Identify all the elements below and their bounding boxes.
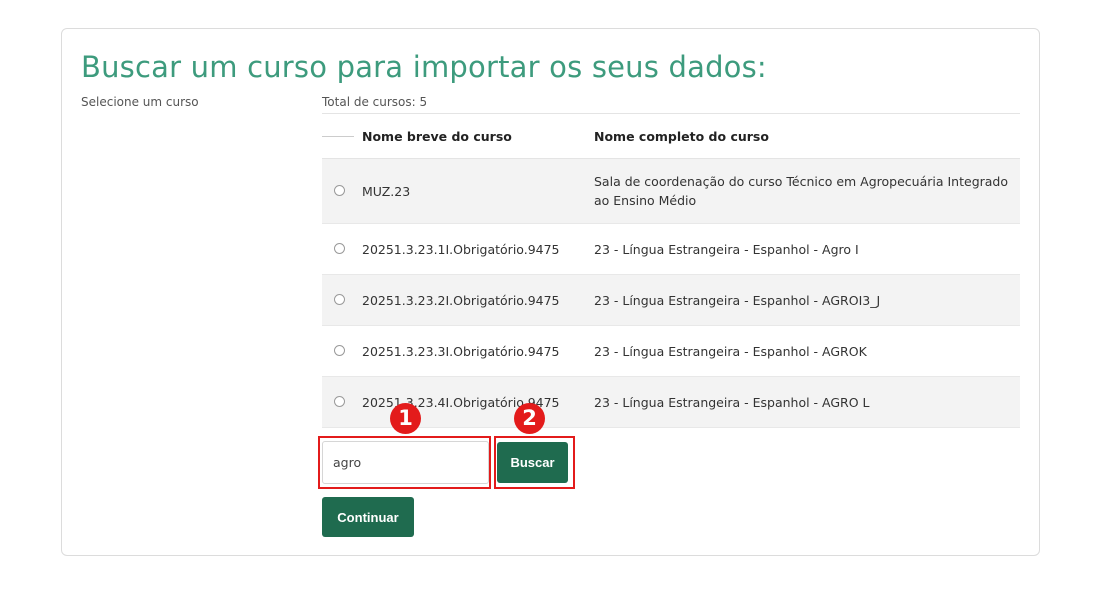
- step-2-badge: 2: [514, 403, 545, 434]
- table-row[interactable]: MUZ.23 Sala de coordenação do curso Técn…: [322, 158, 1020, 224]
- course-short-name: 20251.3.23.3I.Obrigatório.9475: [362, 343, 560, 359]
- table-row[interactable]: 20251.3.23.2I.Obrigatório.9475 23 - Líng…: [322, 274, 1020, 326]
- table-header-row: Nome breve do curso Nome completo do cur…: [322, 113, 1020, 159]
- course-full-name: 23 - Língua Estrangeira - Espanhol - Agr…: [594, 241, 859, 257]
- course-full-name: 23 - Língua Estrangeira - Espanhol - AGR…: [594, 292, 881, 308]
- course-radio-button[interactable]: [334, 293, 345, 305]
- dash-icon: [322, 135, 354, 137]
- course-full-name: 23 - Língua Estrangeira - Espanhol - AGR…: [594, 394, 870, 410]
- course-full-name: 23 - Língua Estrangeira - Espanhol - AGR…: [594, 343, 867, 359]
- continue-button[interactable]: Continuar: [322, 497, 414, 537]
- total-courses-count: Total de cursos: 5: [322, 95, 428, 109]
- course-full-name: Sala de coordenação do curso Técnico em …: [594, 174, 1009, 208]
- select-course-label: Selecione um curso: [81, 95, 199, 109]
- course-radio-button[interactable]: [334, 242, 345, 254]
- step-1-badge: 1: [390, 403, 421, 434]
- course-short-name: 20251.3.23.2I.Obrigatório.9475: [362, 292, 560, 308]
- search-input[interactable]: [322, 441, 489, 484]
- header-short-name: Nome breve do curso: [362, 128, 512, 144]
- table-row[interactable]: 20251.3.23.4I.Obrigatório.9475 23 - Líng…: [322, 376, 1020, 428]
- search-button[interactable]: Buscar: [497, 442, 568, 483]
- table-row[interactable]: 20251.3.23.3I.Obrigatório.9475 23 - Líng…: [322, 326, 1020, 377]
- header-select-column: [322, 114, 362, 159]
- course-radio-button[interactable]: [334, 184, 345, 196]
- course-radio-button[interactable]: [334, 344, 345, 356]
- page-title: Buscar um curso para importar os seus da…: [81, 50, 767, 84]
- course-short-name: MUZ.23: [362, 183, 411, 199]
- table-row[interactable]: 20251.3.23.1I.Obrigatório.9475 23 - Líng…: [322, 224, 1020, 275]
- course-table: Nome breve do curso Nome completo do cur…: [322, 113, 1020, 428]
- course-short-name: 20251.3.23.1I.Obrigatório.9475: [362, 241, 560, 257]
- header-full-name: Nome completo do curso: [594, 128, 769, 144]
- course-radio-button[interactable]: [334, 395, 345, 407]
